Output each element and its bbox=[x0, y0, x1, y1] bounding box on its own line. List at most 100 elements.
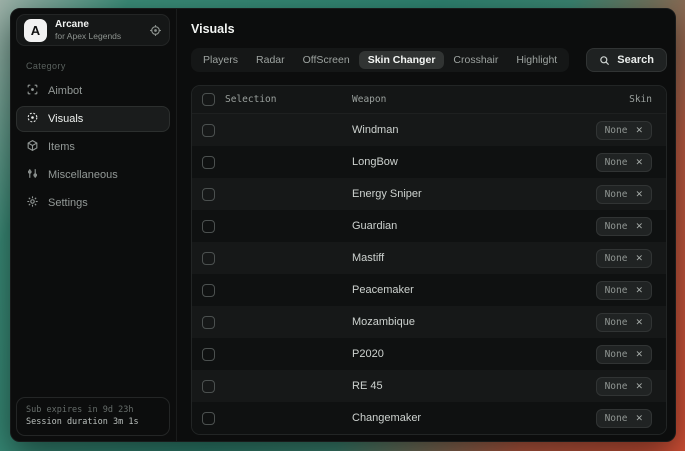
column-header-selection: Selection bbox=[225, 94, 276, 105]
misc-sliders-icon bbox=[26, 167, 39, 183]
skin-select-button[interactable]: None ✕ bbox=[596, 281, 652, 300]
weapon-name: Guardian bbox=[352, 220, 542, 232]
skin-value: None bbox=[605, 285, 628, 296]
sidebar-item-miscellaneous[interactable]: Miscellaneous bbox=[16, 162, 170, 188]
settings-gear-icon bbox=[26, 195, 39, 211]
row-checkbox[interactable] bbox=[202, 316, 215, 329]
skin-value: None bbox=[605, 413, 628, 424]
sidebar: A Arcane for Apex Legends Category bbox=[11, 9, 177, 441]
clear-skin-icon[interactable]: ✕ bbox=[635, 349, 643, 360]
tab-crosshair[interactable]: Crosshair bbox=[444, 51, 507, 69]
clear-skin-icon[interactable]: ✕ bbox=[635, 317, 643, 328]
weapon-name: RE 45 bbox=[352, 380, 542, 392]
skin-select-button[interactable]: None ✕ bbox=[596, 121, 652, 140]
skin-value: None bbox=[605, 349, 628, 360]
row-checkbox[interactable] bbox=[202, 188, 215, 201]
sidebar-item-settings[interactable]: Settings bbox=[16, 190, 170, 216]
weapon-name: Windman bbox=[352, 124, 542, 136]
search-button[interactable]: Search bbox=[586, 48, 667, 72]
skin-value: None bbox=[605, 125, 628, 136]
row-checkbox[interactable] bbox=[202, 124, 215, 137]
weapon-name: Energy Sniper bbox=[352, 188, 542, 200]
clear-skin-icon[interactable]: ✕ bbox=[635, 253, 643, 264]
table-row: LongBow None ✕ bbox=[192, 146, 666, 178]
session-duration-text: Session duration 3m 1s bbox=[26, 416, 160, 429]
tabs-row: Players Radar OffScreen Skin Changer Cro… bbox=[191, 48, 667, 72]
sidebar-item-label: Miscellaneous bbox=[48, 169, 118, 181]
clear-skin-icon[interactable]: ✕ bbox=[635, 189, 643, 200]
sub-expiry-text: Sub expires in 9d 23h bbox=[26, 404, 160, 417]
weapon-name: LongBow bbox=[352, 156, 542, 168]
skin-select-button[interactable]: None ✕ bbox=[596, 377, 652, 396]
table-row: Changemaker None ✕ bbox=[192, 402, 666, 434]
app-logo: A bbox=[24, 19, 47, 42]
row-checkbox[interactable] bbox=[202, 348, 215, 361]
clear-skin-icon[interactable]: ✕ bbox=[635, 221, 643, 232]
sidebar-item-label: Aimbot bbox=[48, 85, 82, 97]
main-content: Visuals Players Radar OffScreen Skin Cha… bbox=[177, 9, 675, 441]
column-header-weapon: Weapon bbox=[352, 94, 542, 105]
app-header: A Arcane for Apex Legends bbox=[16, 14, 170, 46]
tab-players[interactable]: Players bbox=[194, 51, 247, 69]
table-row: Mozambique None ✕ bbox=[192, 306, 666, 338]
aimbot-crosshair-icon bbox=[26, 83, 39, 99]
skin-select-button[interactable]: None ✕ bbox=[596, 217, 652, 236]
row-checkbox[interactable] bbox=[202, 220, 215, 233]
sidebar-item-label: Items bbox=[48, 141, 75, 153]
skin-value: None bbox=[605, 381, 628, 392]
skin-value: None bbox=[605, 189, 628, 200]
select-all-checkbox[interactable] bbox=[202, 93, 215, 106]
table-row: RE 45 None ✕ bbox=[192, 370, 666, 402]
sidebar-item-visuals[interactable]: Visuals bbox=[16, 106, 170, 132]
app-window: A Arcane for Apex Legends Category bbox=[10, 8, 676, 442]
row-checkbox[interactable] bbox=[202, 284, 215, 297]
weapon-name: Peacemaker bbox=[352, 284, 542, 296]
skin-select-button[interactable]: None ✕ bbox=[596, 249, 652, 268]
tab-skin-changer[interactable]: Skin Changer bbox=[359, 51, 445, 69]
skin-select-button[interactable]: None ✕ bbox=[596, 185, 652, 204]
skin-select-button[interactable]: None ✕ bbox=[596, 409, 652, 428]
sidebar-item-label: Settings bbox=[48, 197, 88, 209]
clear-skin-icon[interactable]: ✕ bbox=[635, 413, 643, 424]
sidebar-item-label: Visuals bbox=[48, 113, 83, 125]
tab-highlight[interactable]: Highlight bbox=[507, 51, 566, 69]
target-icon[interactable] bbox=[149, 24, 162, 37]
skin-value: None bbox=[605, 157, 628, 168]
clear-skin-icon[interactable]: ✕ bbox=[635, 157, 643, 168]
weapon-name: Mastiff bbox=[352, 252, 542, 264]
skin-select-button[interactable]: None ✕ bbox=[596, 313, 652, 332]
search-button-label: Search bbox=[617, 54, 654, 66]
skin-select-button[interactable]: None ✕ bbox=[596, 345, 652, 364]
subscription-info-box: Sub expires in 9d 23h Session duration 3… bbox=[16, 397, 170, 437]
row-checkbox[interactable] bbox=[202, 412, 215, 425]
clear-skin-icon[interactable]: ✕ bbox=[635, 381, 643, 392]
category-label: Category bbox=[26, 61, 170, 71]
app-subtitle: for Apex Legends bbox=[55, 31, 121, 41]
page-title: Visuals bbox=[191, 23, 667, 36]
skin-value: None bbox=[605, 317, 628, 328]
visuals-scan-icon bbox=[26, 111, 39, 127]
weapon-name: Changemaker bbox=[352, 412, 542, 424]
clear-skin-icon[interactable]: ✕ bbox=[635, 125, 643, 136]
items-cube-icon bbox=[26, 139, 39, 155]
app-title: Arcane bbox=[55, 19, 121, 30]
sidebar-item-aimbot[interactable]: Aimbot bbox=[16, 78, 170, 104]
tab-radar[interactable]: Radar bbox=[247, 51, 294, 69]
row-checkbox[interactable] bbox=[202, 252, 215, 265]
table-row: Windman None ✕ bbox=[192, 114, 666, 146]
sidebar-item-items[interactable]: Items bbox=[16, 134, 170, 160]
table-row: P2020 None ✕ bbox=[192, 338, 666, 370]
clear-skin-icon[interactable]: ✕ bbox=[635, 285, 643, 296]
tab-offscreen[interactable]: OffScreen bbox=[294, 51, 359, 69]
row-checkbox[interactable] bbox=[202, 156, 215, 169]
table-header: Selection Weapon Skin bbox=[192, 86, 666, 114]
weapon-name: Mozambique bbox=[352, 316, 542, 328]
column-header-skin: Skin bbox=[629, 94, 652, 105]
table-row: Peacemaker None ✕ bbox=[192, 274, 666, 306]
table-row: Energy Sniper None ✕ bbox=[192, 178, 666, 210]
skin-changer-table: Selection Weapon Skin Windman None ✕ Lon… bbox=[191, 85, 667, 435]
row-checkbox[interactable] bbox=[202, 380, 215, 393]
skin-value: None bbox=[605, 221, 628, 232]
skin-select-button[interactable]: None ✕ bbox=[596, 153, 652, 172]
skin-value: None bbox=[605, 253, 628, 264]
